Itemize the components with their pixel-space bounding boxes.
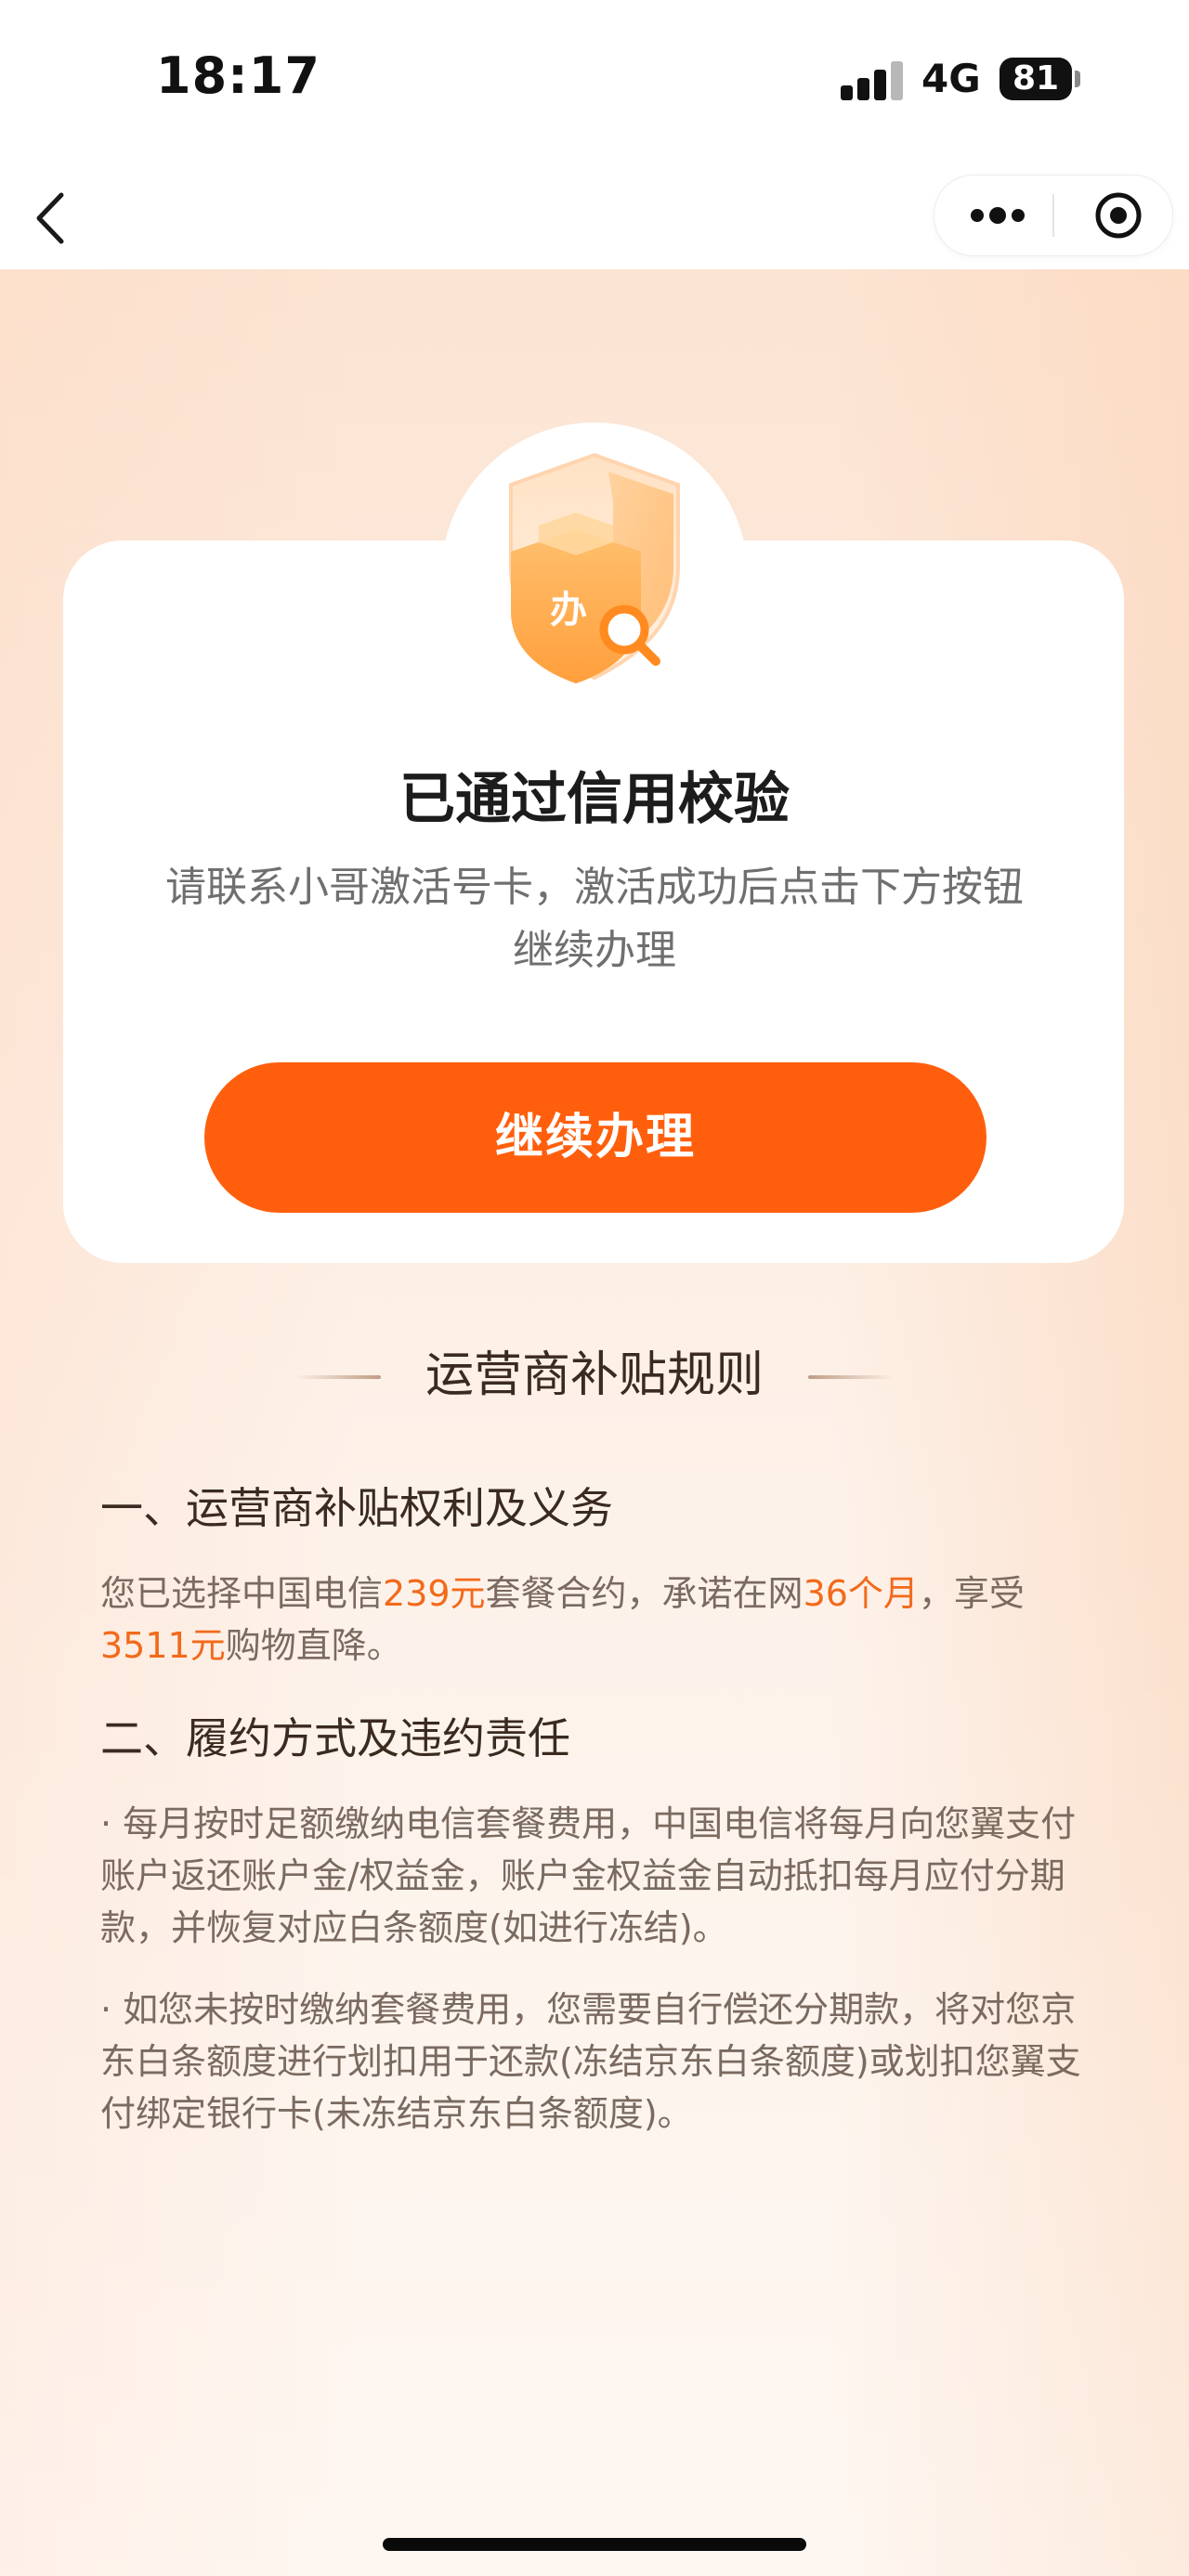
section1-text-suffix: 购物直降。 — [225, 1625, 402, 1666]
card-title: 已通过信用校验 — [399, 767, 790, 832]
shield-search-icon: 办 — [509, 452, 680, 683]
battery-tip — [1075, 71, 1080, 87]
mini-program-capsule — [934, 175, 1173, 256]
home-indicator — [383, 2538, 806, 2551]
section1-text-mid: 套餐合约，承诺在网 — [485, 1573, 804, 1614]
months-highlight: 36个月 — [803, 1573, 919, 1614]
more-dots-icon — [971, 207, 1025, 224]
card-description: 请联系小哥激活号卡，激活成功后点击下方按钮继续办理 — [165, 864, 1024, 974]
section1-heading: 一、运营商补贴权利及义务 — [100, 1483, 613, 1533]
status-time: 18:17 — [156, 46, 320, 105]
battery-icon: 81 — [1000, 58, 1072, 100]
rules-title: 运营商补贴规则 — [425, 1347, 764, 1403]
section2-heading: 二、履约方式及违约责任 — [100, 1713, 570, 1763]
close-button[interactable] — [1081, 176, 1156, 255]
section1-text-prefix: 您已选择中国电信 — [100, 1573, 384, 1614]
price-highlight: 239元 — [383, 1573, 486, 1614]
section2-bullet-1: · 每月按时足额缴纳电信套餐费用，中国电信将每月向您翼支付账户返还账户金/权益金… — [100, 1803, 1077, 1948]
more-button[interactable] — [960, 176, 1035, 255]
section2-bullet-2: · 如您未按时缴纳套餐费用，您需要自行偿还分期款，将对您京东白条额度进行划扣用于… — [100, 1989, 1081, 2134]
status-bar: 18:17 4G 81 — [0, 0, 1189, 153]
rules-header: 运营商补贴规则 — [0, 1343, 1189, 1417]
section1-paragraph: 您已选择中国电信239元套餐合约，承诺在网36个月，享受 3511元购物直降。 — [100, 1568, 1094, 1672]
target-close-icon — [1095, 192, 1142, 239]
section1-text-mid2: ，享受 — [918, 1573, 1025, 1614]
signal-icon — [841, 59, 906, 100]
discount-highlight: 3511元 — [100, 1625, 226, 1666]
capsule-divider — [1052, 194, 1054, 237]
back-button[interactable] — [28, 186, 74, 251]
rules-divider-right — [808, 1375, 894, 1379]
network-type: 4G — [921, 56, 981, 101]
badge-text: 办 — [550, 590, 587, 631]
chevron-left-icon — [36, 192, 64, 244]
continue-button[interactable]: 继续办理 — [204, 1062, 986, 1213]
